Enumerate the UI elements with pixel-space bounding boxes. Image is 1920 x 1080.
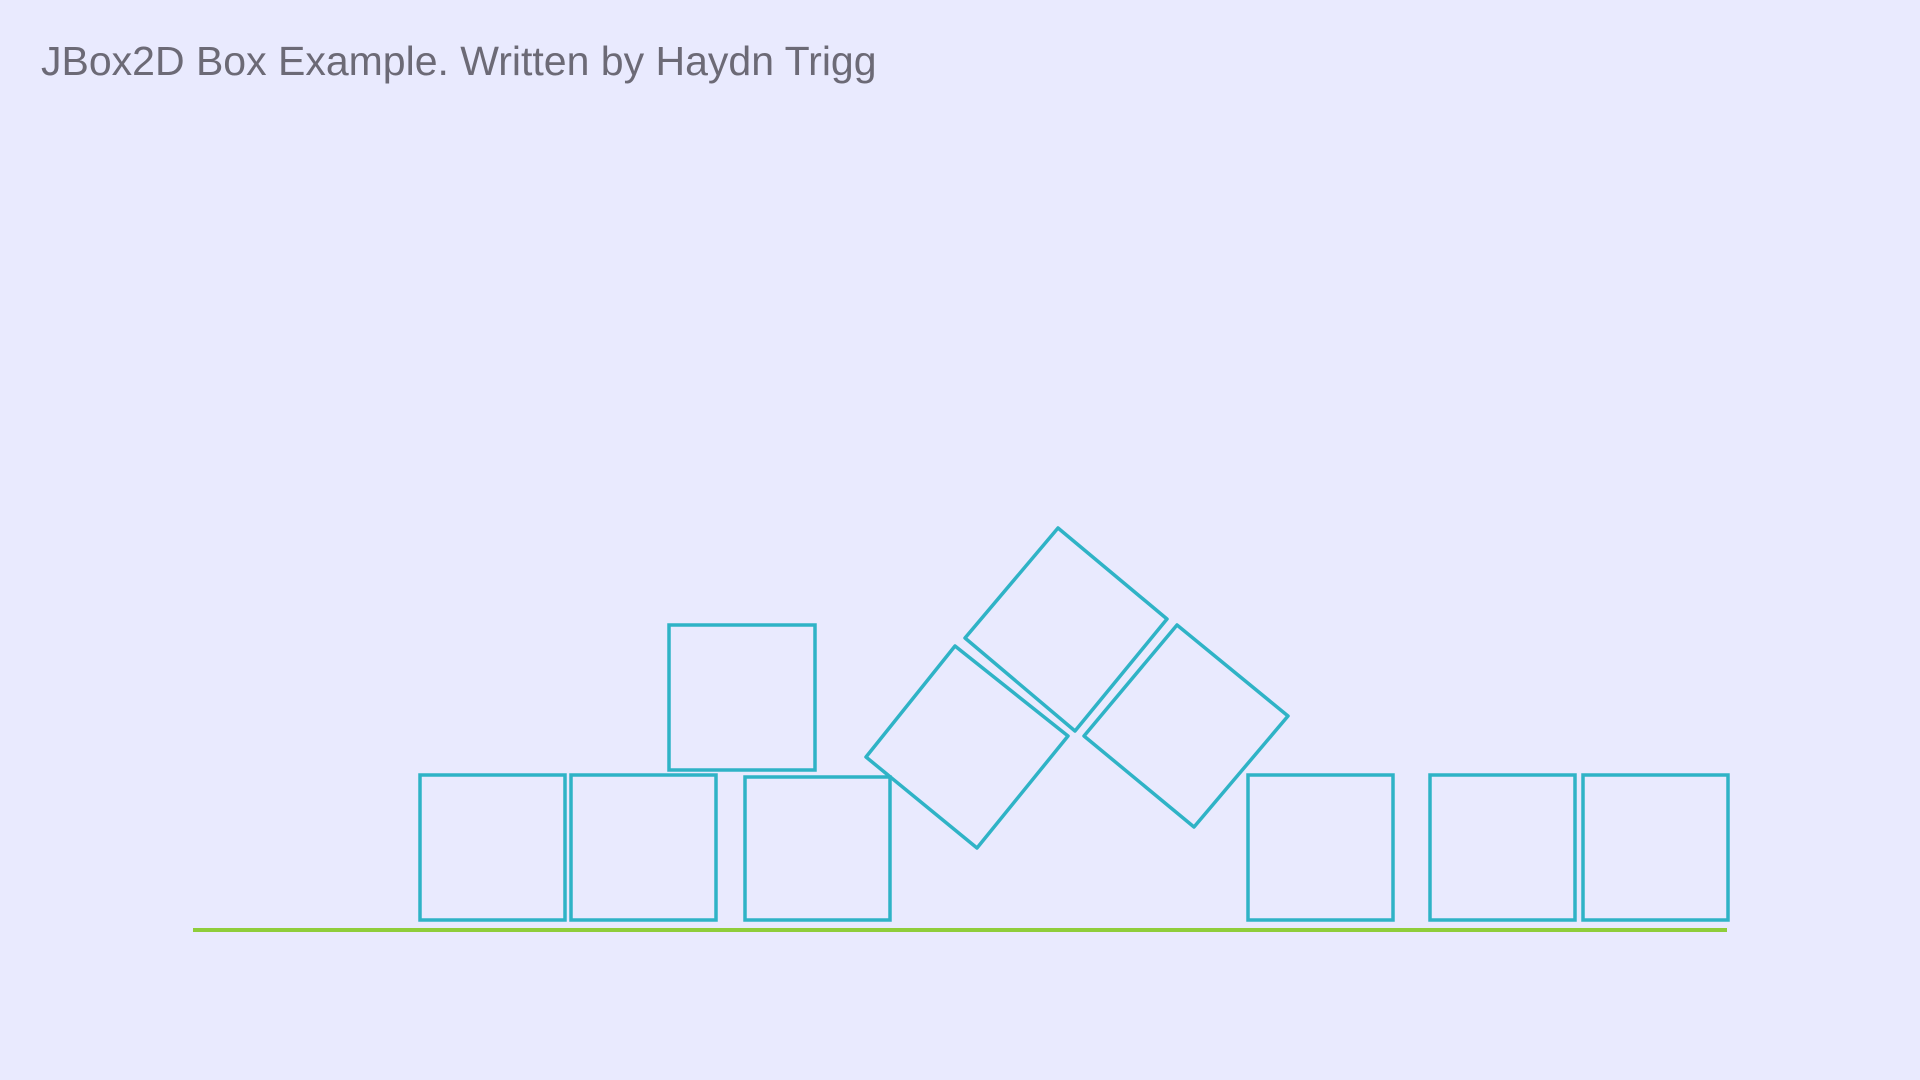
box-10	[1581, 773, 1730, 922]
box-3-stacked	[667, 623, 817, 772]
box-6-tilted-top	[963, 526, 1169, 733]
physics-scene	[193, 526, 1730, 932]
box-1	[418, 773, 567, 922]
box-5-tilted	[864, 644, 1070, 850]
box-4	[743, 775, 892, 922]
box-7-tilted	[1082, 623, 1290, 829]
box-2	[569, 773, 718, 922]
box-8	[1246, 773, 1395, 922]
box-9	[1428, 773, 1577, 922]
simulation-window: JBox2D Box Example. Written by Haydn Tri…	[0, 0, 1920, 1080]
